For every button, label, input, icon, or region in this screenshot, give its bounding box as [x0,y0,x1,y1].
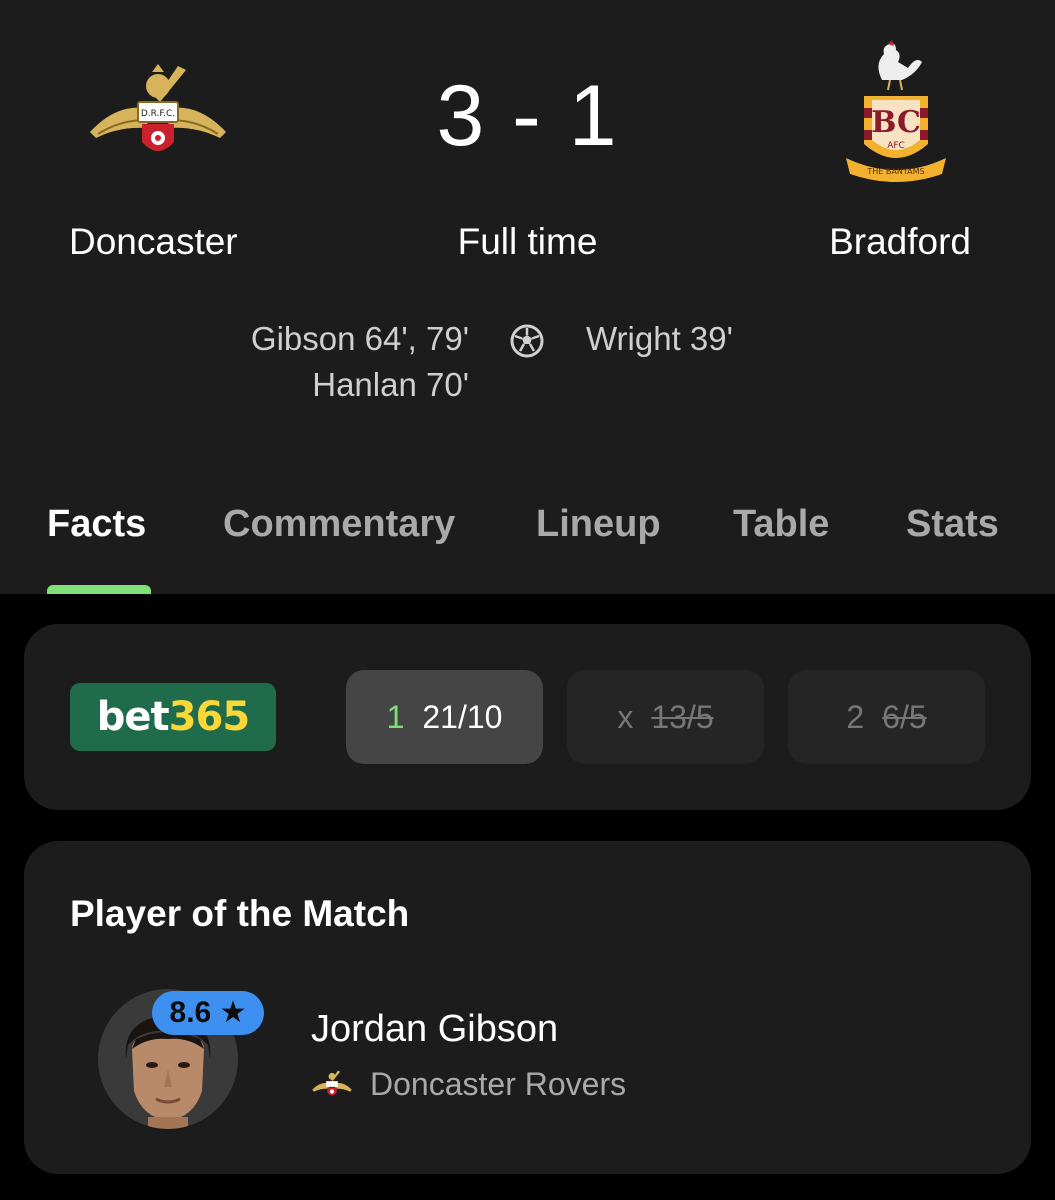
player-name[interactable]: Jordan Gibson [311,1005,558,1053]
tab-lineup[interactable]: Lineup [536,496,661,552]
away-scorer: Wright 39' [586,320,733,357]
odds-draw-label: x [617,699,634,735]
tab-bar: Facts Commentary Lineup Table Stats [0,496,1055,594]
match-header: D.R.F.C. 3 - 1 BC AFC THE BANTAMS Doncas… [0,0,1055,594]
odds-home-value: 21/10 [422,699,503,735]
player-club-name: Doncaster Rovers [370,1066,627,1102]
player-rating-value: 8.6 [169,996,212,1029]
home-scorer: Hanlan 70' [312,366,469,403]
potm-title: Player of the Match [70,893,410,934]
svg-text:BC: BC [871,105,921,140]
odds-home-label: 1 [386,699,405,735]
odds-away-button[interactable]: 2 6/5 [788,670,985,764]
away-team-name[interactable]: Bradford [829,220,971,264]
player-of-the-match-card[interactable]: Player of the Match 8.6 ★ Jordan Gibson … [24,841,1031,1174]
odds-away-label: 2 [846,699,865,735]
odds-away-value: 6/5 [882,699,927,735]
away-scorers: Wright 39' [586,316,733,362]
odds-draw-button[interactable]: x 13/5 [567,670,764,764]
odds-draw-value: 13/5 [651,699,714,735]
svg-text:THE BANTAMS: THE BANTAMS [866,167,924,176]
player-rating-badge: 8.6 ★ [152,991,264,1035]
tab-table[interactable]: Table [733,496,829,552]
bradford-crest-icon: BC AFC THE BANTAMS [846,40,946,182]
home-scorers: Gibson 64', 79' Hanlan 70' [251,316,469,408]
tab-commentary[interactable]: Commentary [223,496,455,552]
football-icon [510,324,544,358]
bet365-logo[interactable]: bet365 [70,683,276,751]
bet365-logo-word: bet [96,694,170,740]
doncaster-crest-icon [312,1070,352,1096]
svg-text:AFC: AFC [887,141,905,151]
odds-card: bet365 1 21/10 x 13/5 2 6/5 [24,624,1031,810]
tab-facts[interactable]: Facts [47,496,146,552]
tab-stats[interactable]: Stats [906,496,999,552]
active-tab-indicator [47,585,151,594]
star-icon: ★ [219,996,247,1029]
bet365-logo-number: 365 [168,694,250,740]
home-scorer: Gibson 64', 79' [250,320,469,357]
odds-home-button[interactable]: 1 21/10 [346,670,543,764]
